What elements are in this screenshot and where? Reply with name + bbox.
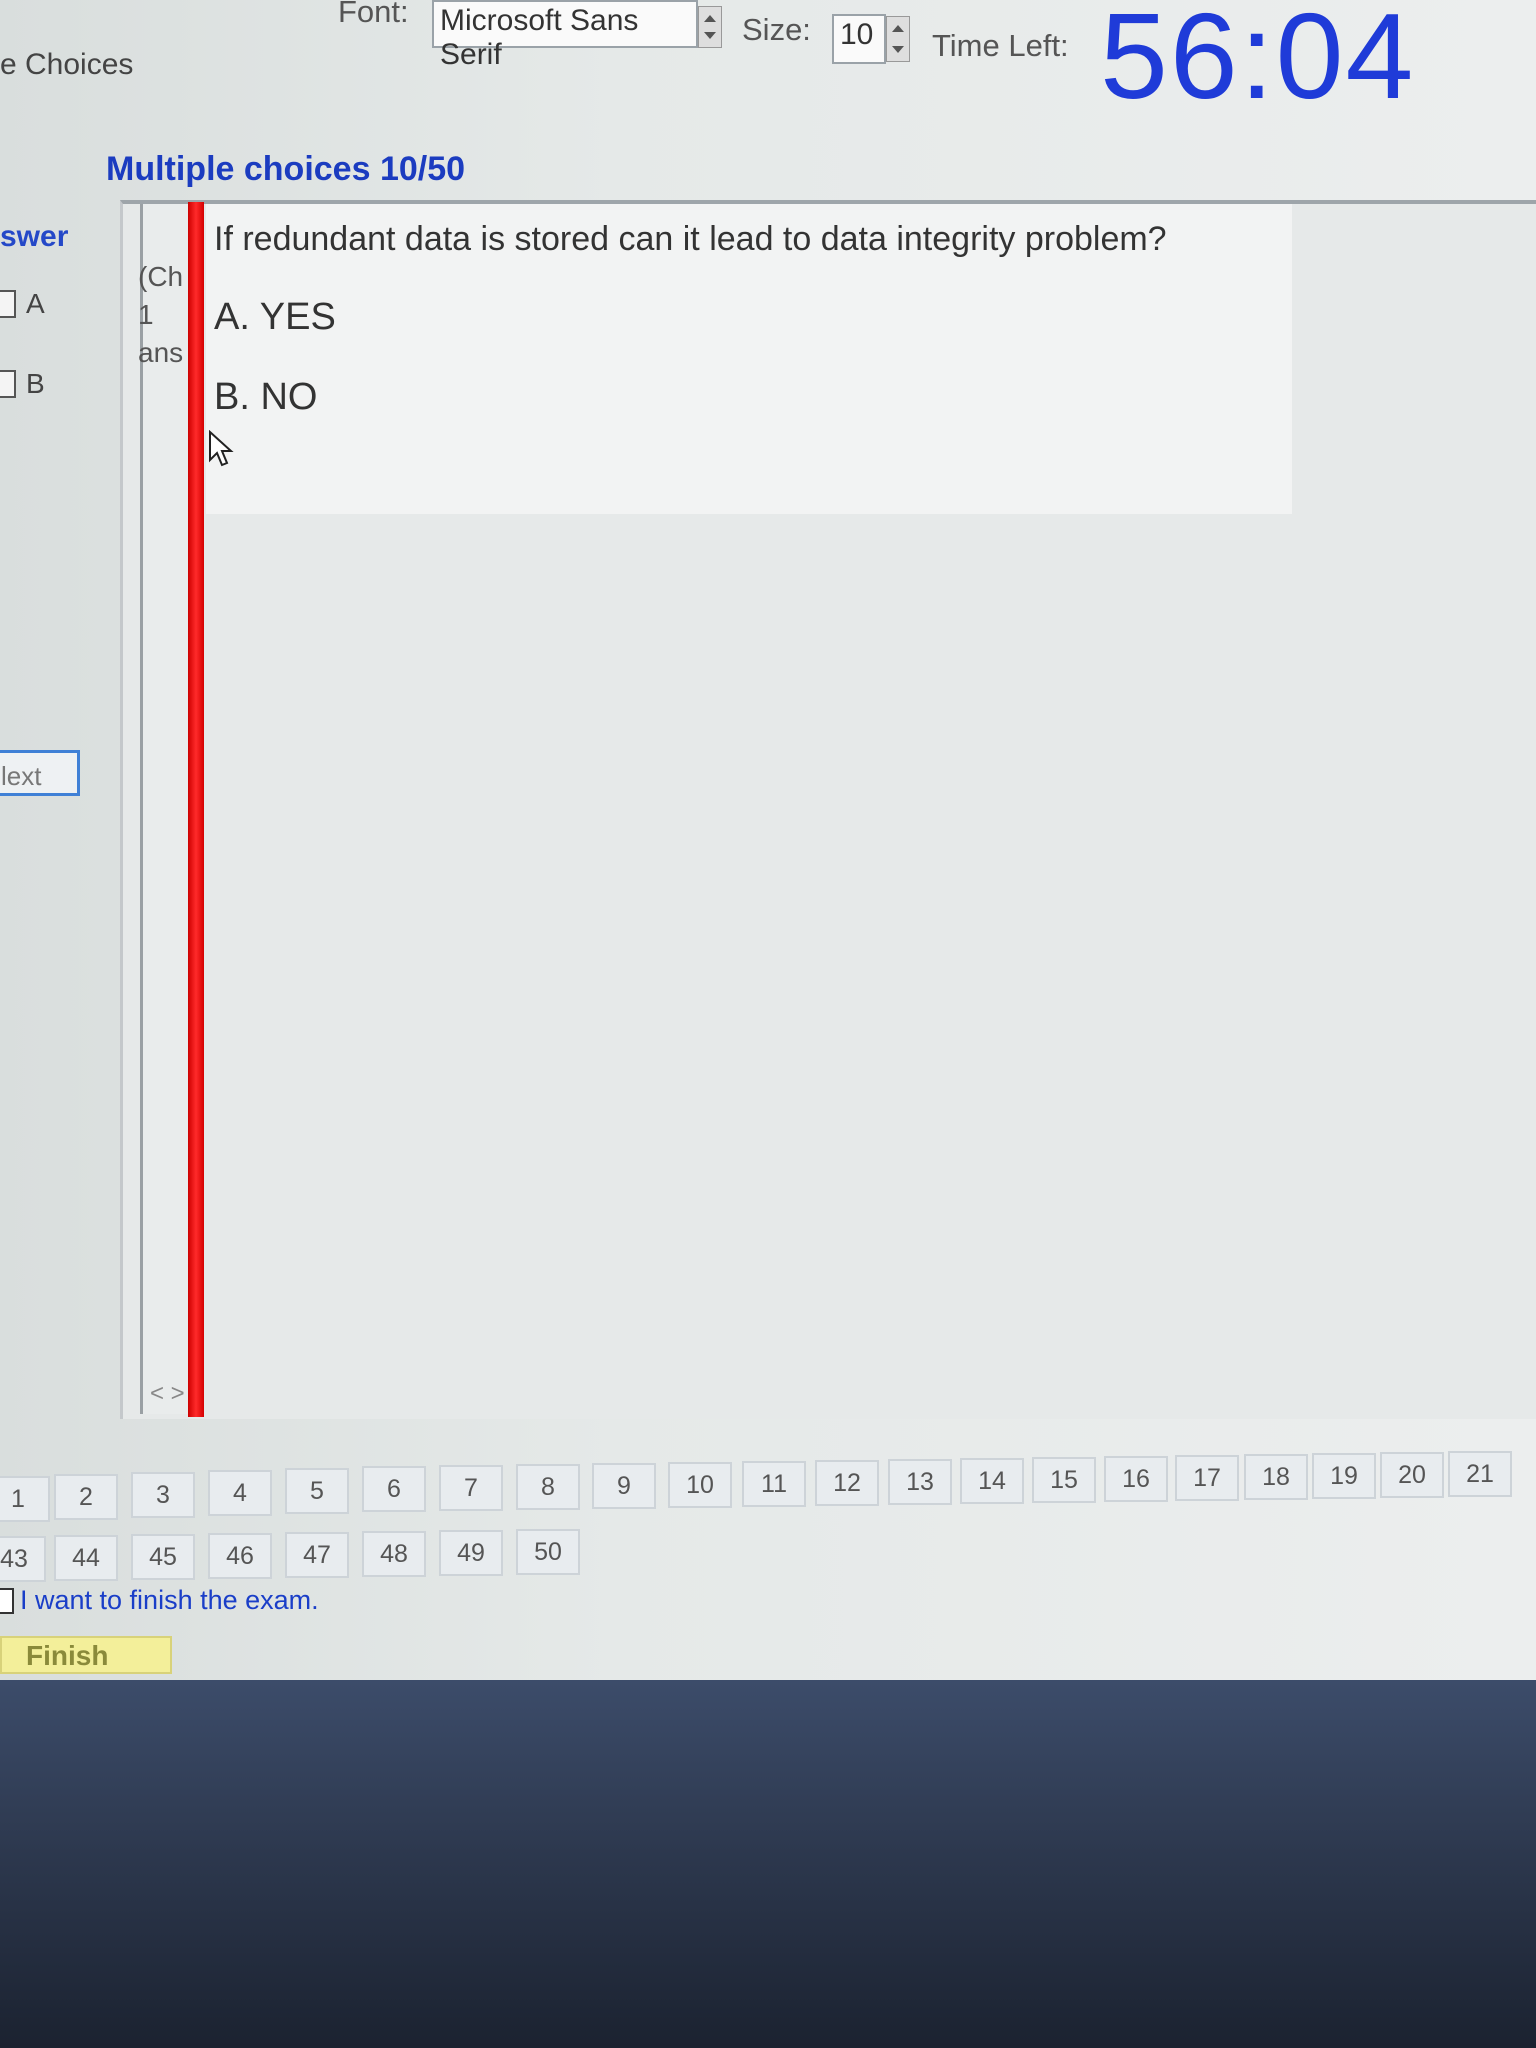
question-nav-button[interactable]: 2 (54, 1474, 118, 1520)
question-list-panel (140, 204, 189, 1414)
choice-a[interactable]: A. YES (214, 296, 336, 339)
question-nav-button[interactable]: 4 (208, 1470, 272, 1516)
question-nav-button[interactable]: 49 (439, 1530, 503, 1576)
time-left-value: 56:04 (1100, 0, 1416, 124)
question-nav-button[interactable]: 11 (742, 1461, 806, 1507)
question-nav-button[interactable]: 18 (1244, 1454, 1308, 1500)
question-nav-button[interactable]: 16 (1104, 1456, 1168, 1502)
question-list-line: 1 (138, 299, 154, 330)
answer-letter-a: A (26, 288, 45, 319)
size-spinner-icon[interactable] (886, 16, 910, 62)
question-nav-button[interactable]: 50 (516, 1529, 580, 1575)
size-label: Size: (742, 12, 811, 47)
question-nav-button[interactable]: 45 (131, 1534, 195, 1580)
question-nav-button[interactable]: 1 (0, 1476, 50, 1522)
question-nav-button[interactable]: 5 (285, 1468, 349, 1514)
question-nav-button[interactable]: 47 (285, 1532, 349, 1578)
question-list-line: (Ch (138, 261, 184, 292)
time-left-label: Time Left: (932, 28, 1069, 63)
monitor-bezel (0, 1680, 1536, 2048)
splitter-bar[interactable] (188, 202, 204, 1417)
question-nav-button[interactable]: 20 (1380, 1452, 1444, 1498)
answer-letter-b: B (26, 368, 45, 399)
tab-multiple-choices[interactable]: e Choices (0, 48, 133, 82)
question-nav-button[interactable]: 48 (362, 1531, 426, 1577)
font-select-value: Microsoft Sans Serif (440, 4, 639, 71)
question-nav-button[interactable]: 15 (1032, 1457, 1096, 1503)
question-nav-button[interactable]: 12 (815, 1460, 879, 1506)
answer-checkbox-b[interactable] (0, 370, 16, 398)
question-nav-button[interactable]: 44 (54, 1535, 118, 1581)
next-button[interactable]: lext (0, 750, 80, 796)
question-list-text: (Ch 1 ans (138, 258, 183, 372)
font-select[interactable]: Microsoft Sans Serif (432, 0, 698, 71)
size-input[interactable]: 10 (832, 14, 886, 64)
question-nav-button[interactable]: 9 (592, 1463, 656, 1509)
font-spinner-icon[interactable] (698, 6, 722, 48)
scroll-arrows-icon[interactable]: < > (150, 1380, 185, 1408)
question-nav-button[interactable]: 10 (668, 1462, 732, 1508)
question-nav-button[interactable]: 43 (0, 1536, 46, 1582)
font-label: Font: (338, 0, 409, 29)
section-title: Multiple choices 10/50 (106, 150, 466, 188)
question-list-line: ans (138, 337, 184, 368)
choice-b[interactable]: B. NO (214, 376, 317, 419)
question-nav-button[interactable]: 21 (1448, 1451, 1512, 1497)
finish-exam-label[interactable]: I want to finish the exam. (20, 1585, 319, 1616)
answer-label: swer (0, 220, 69, 253)
question-nav-button[interactable]: 46 (208, 1533, 272, 1579)
answer-checkbox-a[interactable] (0, 290, 16, 318)
question-text: If redundant data is stored can it lead … (214, 220, 1167, 258)
question-nav-button[interactable]: 8 (516, 1464, 580, 1510)
question-nav-button[interactable]: 19 (1312, 1453, 1376, 1499)
question-nav-button[interactable]: 13 (888, 1459, 952, 1505)
question-nav-button[interactable]: 7 (439, 1465, 503, 1511)
finish-exam-checkbox[interactable] (0, 1588, 14, 1614)
question-nav-button[interactable]: 6 (362, 1466, 426, 1512)
exam-window: Font: Microsoft Sans Serif Size: 10 Time… (0, 0, 1536, 1680)
size-input-value: 10 (840, 18, 874, 51)
mouse-cursor-icon (209, 430, 234, 467)
question-nav-button[interactable]: 3 (131, 1472, 195, 1518)
finish-button[interactable]: Finish (0, 1636, 172, 1674)
question-nav-button[interactable]: 14 (960, 1458, 1024, 1504)
question-nav-button[interactable]: 17 (1175, 1455, 1239, 1501)
